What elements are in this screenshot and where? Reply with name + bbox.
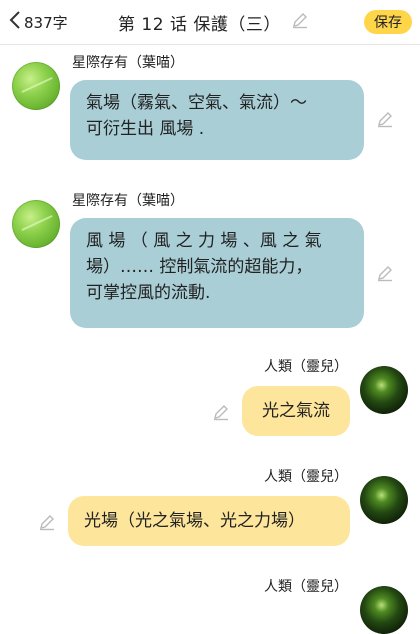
message-bubble[interactable]: 氣場（霧氣、空氣、氣流）～ 可衍生出 風場 . bbox=[70, 80, 364, 160]
edit-message-pencil-icon[interactable] bbox=[376, 264, 394, 286]
avatar-leaf[interactable] bbox=[12, 62, 60, 110]
edit-message-pencil-icon[interactable] bbox=[376, 110, 394, 132]
message-item: 人類（靈兒） 光之氣流 bbox=[0, 356, 420, 446]
message-line: 風 場 （ 風 之 力 場 、風 之 氣 bbox=[86, 231, 322, 251]
top-bar: 837字 第 12 话 保護（三） 保存 bbox=[0, 0, 420, 45]
edit-message-pencil-icon[interactable] bbox=[38, 513, 56, 535]
message-line: 可掌控風的流動. bbox=[86, 283, 211, 303]
message-line: 氣場（霧氣、空氣、氣流）～ bbox=[86, 93, 307, 113]
edit-message-pencil-icon[interactable] bbox=[212, 403, 230, 425]
avatar-orb[interactable] bbox=[360, 586, 408, 634]
message-item: 人類（靈兒） bbox=[0, 576, 420, 634]
speaker-name: 人類（靈兒） bbox=[264, 579, 348, 595]
message-item: 星際存有（葉喵） 氣場（霧氣、空氣、氣流）～ 可衍生出 風場 . bbox=[0, 52, 420, 164]
message-item: 人類（靈兒） 光場（光之氣場、光之力場） bbox=[0, 466, 420, 556]
message-bubble[interactable]: 光場（光之氣場、光之力場） bbox=[68, 496, 350, 546]
avatar-leaf[interactable] bbox=[12, 200, 60, 248]
chevron-left-icon bbox=[8, 10, 22, 34]
message-line: 可衍生出 風場 . bbox=[86, 119, 205, 139]
word-count: 837字 bbox=[24, 13, 68, 32]
message-item: 星際存有（葉喵） 風 場 （ 風 之 力 場 、風 之 氣 場）…… 控制氣流的… bbox=[0, 190, 420, 330]
save-button[interactable]: 保存 bbox=[364, 10, 412, 34]
avatar-orb[interactable] bbox=[360, 366, 408, 414]
chapter-title: 第 12 话 保護（三） bbox=[118, 14, 281, 35]
speaker-name: 人類（靈兒） bbox=[264, 359, 348, 375]
message-line: 光場（光之氣場、光之力場） bbox=[84, 511, 305, 531]
speaker-name: 星際存有（葉喵） bbox=[72, 193, 184, 209]
avatar-orb[interactable] bbox=[360, 476, 408, 524]
message-bubble[interactable]: 光之氣流 bbox=[242, 386, 350, 436]
message-line: 場）…… 控制氣流的超能力， bbox=[86, 257, 313, 277]
message-line: 光之氣流 bbox=[262, 401, 330, 421]
back-button[interactable]: 837字 bbox=[8, 10, 68, 34]
message-bubble[interactable]: 風 場 （ 風 之 力 場 、風 之 氣 場）…… 控制氣流的超能力， 可掌控風… bbox=[70, 218, 364, 328]
speaker-name: 人類（靈兒） bbox=[264, 469, 348, 485]
edit-title-pencil-icon[interactable] bbox=[291, 11, 309, 33]
speaker-name: 星際存有（葉喵） bbox=[72, 55, 184, 71]
